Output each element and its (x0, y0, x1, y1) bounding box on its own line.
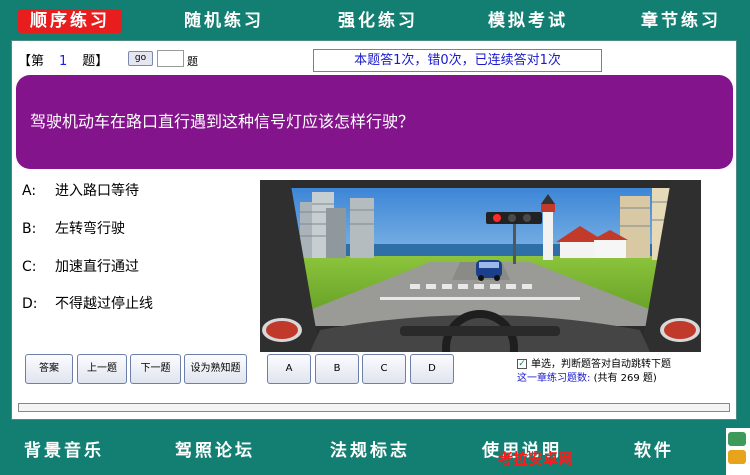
option-d-text: 不得越过停止线 (55, 296, 153, 312)
tab-sequential-practice[interactable]: 顺序练习 (18, 9, 122, 33)
option-d-key: D: (22, 296, 38, 312)
answer-button[interactable]: 答案 (25, 354, 73, 384)
option-d[interactable]: D: 不得越过停止线 (22, 293, 153, 313)
prev-question-button[interactable]: 上一题 (77, 354, 127, 384)
question-illustration (260, 180, 701, 352)
top-nav: 顺序练习 随机练习 强化练习 模拟考试 章节练习 (0, 0, 750, 40)
tab-mock-exam[interactable]: 模拟考试 (480, 9, 576, 33)
tab-chapter-practice[interactable]: 章节练习 (633, 9, 729, 33)
option-a-text: 进入路口等待 (55, 183, 139, 199)
chapter-question-count: 这一章练习题数: (共有 269 题) (517, 369, 657, 384)
mark-known-button[interactable]: 设为熟知题 (184, 354, 247, 384)
option-b-key: B: (22, 221, 37, 237)
tab-regulation-signs[interactable]: 法规标志 (330, 436, 410, 461)
question-number: 1 (59, 54, 68, 69)
tab-software[interactable]: 软件 (634, 436, 674, 461)
question-number-prefix: 【第 (18, 54, 45, 69)
go-button[interactable]: go (128, 51, 153, 66)
option-b[interactable]: B: 左转弯行驶 (22, 218, 125, 238)
progress-bar (18, 403, 730, 412)
tab-background-music[interactable]: 背景音乐 (24, 436, 104, 461)
jump-to-question-input[interactable] (157, 50, 184, 67)
next-question-button[interactable]: 下一题 (130, 354, 181, 384)
choice-d-button[interactable]: D (410, 354, 454, 384)
tab-intensive-practice[interactable]: 强化练习 (330, 9, 426, 33)
choice-a-button[interactable]: A (267, 354, 311, 384)
chapter-count-value: (共有 269 题) (593, 373, 657, 384)
question-number-suffix: 题】 (82, 54, 109, 69)
option-c-key: C: (22, 259, 37, 275)
option-a-key: A: (22, 183, 37, 199)
choice-b-button[interactable]: B (315, 354, 359, 384)
auto-jump-checkbox[interactable]: ✓ (517, 359, 527, 369)
tab-random-practice[interactable]: 随机练习 (176, 9, 272, 33)
jump-suffix-label: 题 (187, 55, 198, 68)
option-c[interactable]: C: 加速直行通过 (22, 256, 139, 276)
chapter-count-label: 这一章练习题数: (517, 373, 591, 384)
question-number-header: 【第 1 题】 (18, 50, 108, 69)
option-c-text: 加速直行通过 (55, 259, 139, 275)
question-panel: 【第 1 题】 go 题 本题答1次，错0次，已连续答对1次 驾驶机动车在路口直… (11, 40, 737, 420)
auto-jump-option[interactable]: ✓ 单选，判断题答对自动跳转下题 (517, 355, 671, 370)
answer-stats-box: 本题答1次，错0次，已连续答对1次 (313, 49, 602, 72)
watermark-text: 考拉安卓网 (498, 450, 574, 468)
watermark-logo (726, 428, 750, 475)
bottom-nav: 背景音乐 驾照论坛 法规标志 使用说明 软件 考拉安卓网 (0, 428, 750, 475)
choice-c-button[interactable]: C (362, 354, 406, 384)
option-a[interactable]: A: 进入路口等待 (22, 180, 139, 200)
tab-license-forum[interactable]: 驾照论坛 (175, 436, 255, 461)
question-text: 驾驶机动车在路口直行遇到这种信号灯应该怎样行驶？ (16, 75, 733, 169)
option-b-text: 左转弯行驶 (55, 221, 125, 237)
